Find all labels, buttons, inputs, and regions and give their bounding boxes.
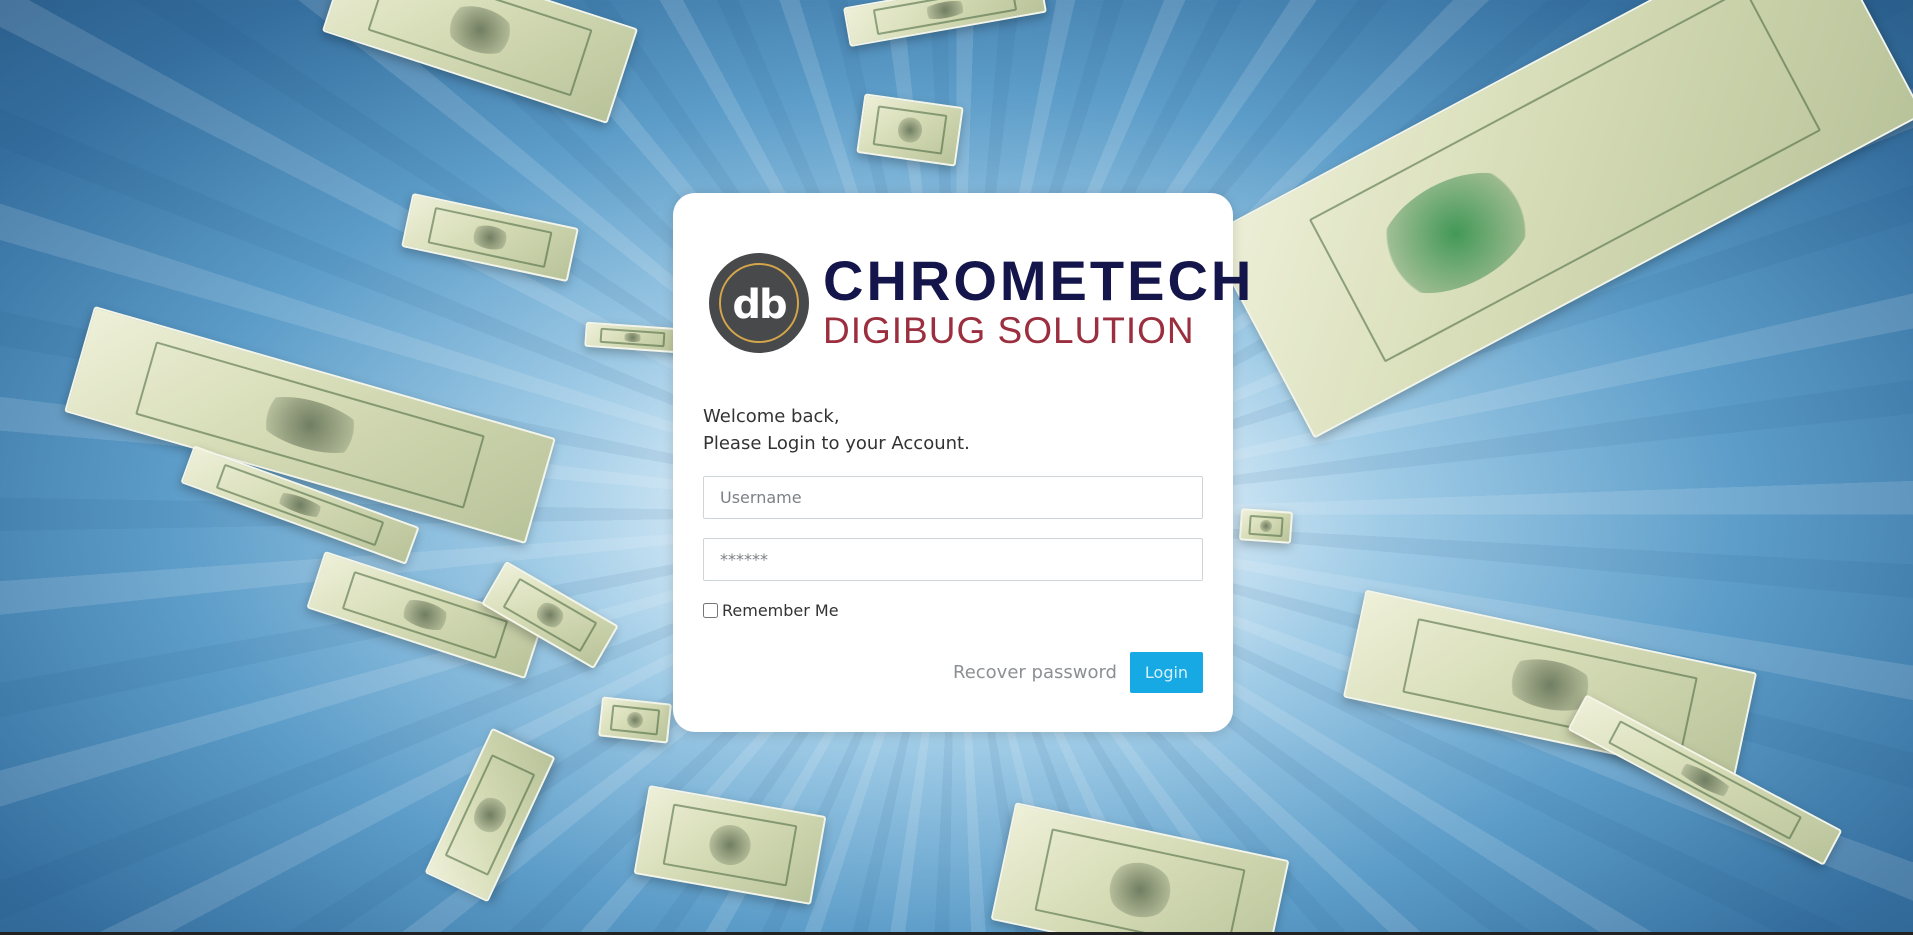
- brand-title: CHROMETECH: [823, 249, 1255, 312]
- money-bill-icon: [1238, 508, 1294, 544]
- money-bill-icon: [598, 696, 672, 744]
- remember-me[interactable]: Remember Me: [703, 601, 839, 620]
- recover-password-link[interactable]: Recover password: [953, 661, 1117, 685]
- remember-me-checkbox[interactable]: [703, 603, 718, 618]
- welcome-line-2: Please Login to your Account.: [703, 433, 970, 454]
- brand-subtitle: DIGIBUG SOLUTION: [823, 310, 1195, 351]
- logo-emblem-icon: db: [709, 253, 809, 353]
- welcome-message: Welcome back, Please Login to your Accou…: [703, 403, 970, 457]
- welcome-line-1: Welcome back,: [703, 406, 840, 427]
- login-card: db CHROMETECH DIGIBUG SOLUTION Welcome b…: [673, 193, 1251, 732]
- password-input[interactable]: [703, 538, 1203, 581]
- username-input[interactable]: [703, 476, 1203, 519]
- remember-me-label: Remember Me: [722, 601, 839, 620]
- login-button[interactable]: Login: [1130, 652, 1203, 693]
- logo-monogram: db: [732, 282, 787, 328]
- brand-logo: db CHROMETECH DIGIBUG SOLUTION: [709, 253, 1254, 353]
